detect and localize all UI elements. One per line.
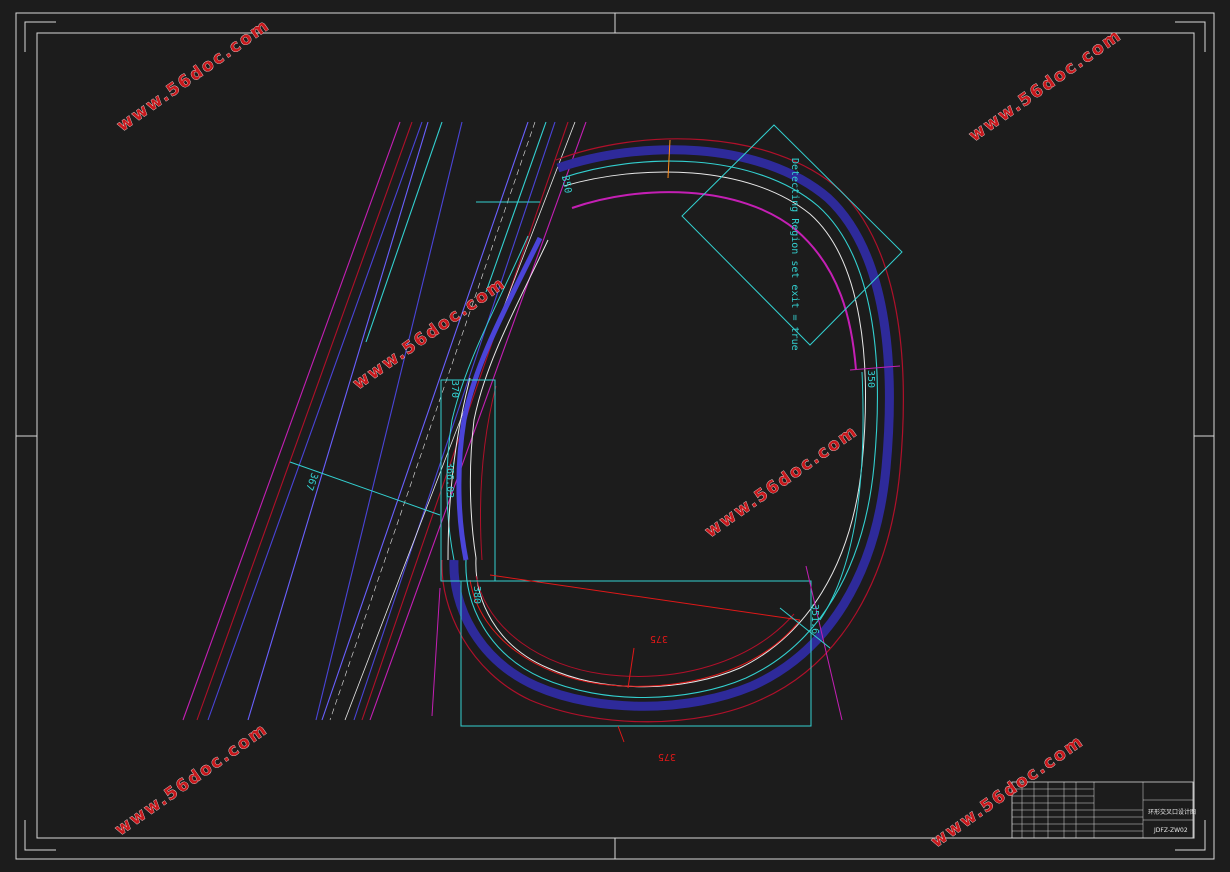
dim-outer-span: 375 — [658, 751, 676, 762]
drawing-frame — [15, 12, 1215, 860]
dim-lower-right-label: 351.6 — [809, 604, 820, 634]
watermark-top-right: www.56doc.com — [965, 25, 1126, 146]
detection-region: Detecting Region set exit = true — [681, 124, 903, 351]
dim-inner-span: 375 — [650, 633, 668, 644]
roundabout-loop — [441, 138, 904, 723]
straight-road-lines — [182, 121, 587, 721]
title-block-drawing-number: JDFZ-ZW02 — [1153, 827, 1188, 834]
watermark-center-right: www.56doc.com — [701, 421, 862, 542]
dim-right-label: 350 — [865, 370, 876, 388]
watermark-bottom-left: www.56doc.com — [111, 719, 272, 840]
cad-drawing: Detecting Region set exit = true 367 370… — [15, 12, 1215, 860]
title-block: 环形交叉口设计图 JDFZ-ZW02 — [1011, 781, 1196, 839]
dim-entry-radius: 366.03 — [444, 462, 455, 498]
dim-entry-width: 370 — [449, 380, 460, 398]
detection-region-note: Detecting Region set exit = true — [789, 158, 800, 351]
dim-exit-label: 380 — [471, 586, 482, 604]
title-block-title: 环形交叉口设计图 — [1148, 808, 1196, 816]
dim-left-offset: 367 — [303, 471, 320, 492]
construction-rectangles — [440, 379, 812, 727]
